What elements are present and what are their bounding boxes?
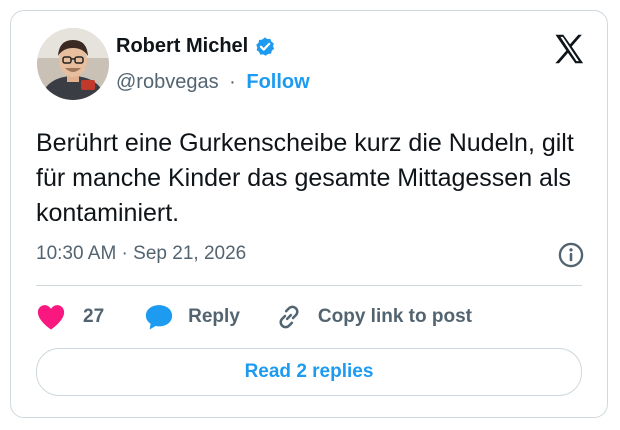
- handle-row: @robvegas · Follow: [116, 71, 310, 94]
- avatar[interactable]: [37, 28, 109, 100]
- copy-link-button[interactable]: Copy link to post: [274, 302, 472, 332]
- like-count: 27: [83, 306, 105, 327]
- action-bar: 27 Reply Copy link to post: [36, 301, 472, 333]
- post-timestamp[interactable]: 10:30 AM · Sep 21, 2026: [36, 243, 246, 265]
- reply-button[interactable]: Reply: [144, 303, 240, 331]
- heart-icon: [37, 305, 65, 330]
- reply-label: Reply: [188, 306, 240, 327]
- info-icon[interactable]: [557, 241, 585, 269]
- like-button[interactable]: 27: [36, 303, 104, 331]
- read-replies-label: Read 2 replies: [244, 361, 374, 382]
- divider: [36, 285, 582, 286]
- post-card: Robert Michel @robvegas · Follow Berührt…: [10, 10, 608, 418]
- avatar-image: [37, 28, 109, 100]
- post-text: Berührt eine Gurkenscheibe kurz die Nude…: [36, 129, 574, 227]
- author-handle[interactable]: @robvegas: [116, 71, 219, 93]
- separator: ·: [229, 71, 236, 93]
- follow-button[interactable]: Follow: [246, 71, 309, 93]
- verified-badge-icon: [254, 36, 276, 58]
- copy-link-label: Copy link to post: [317, 306, 472, 327]
- read-replies-button[interactable]: Read 2 replies: [36, 348, 582, 396]
- reply-bubble-icon: [146, 305, 173, 330]
- author-name-row: Robert Michel: [116, 35, 276, 58]
- x-logo-icon[interactable]: [551, 31, 587, 67]
- author-name[interactable]: Robert Michel: [116, 35, 248, 58]
- link-icon: [279, 305, 299, 329]
